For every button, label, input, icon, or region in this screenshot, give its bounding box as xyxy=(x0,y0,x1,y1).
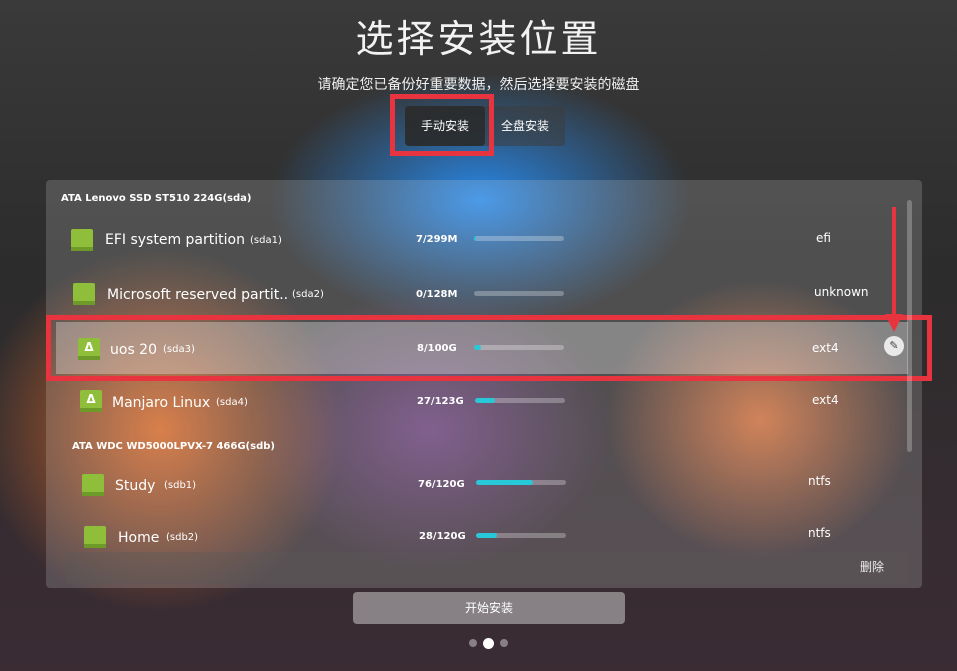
list-scrollbar[interactable] xyxy=(907,200,912,452)
usage-bar xyxy=(475,398,565,403)
partition-icon xyxy=(82,474,104,496)
annotation-highlight-tab xyxy=(390,94,494,156)
partition-filesystem: ntfs xyxy=(808,474,831,488)
partition-icon xyxy=(84,526,106,548)
usage-bar-fill xyxy=(475,398,495,403)
partition-name: Study xyxy=(115,478,156,494)
partition-device: (sda1) xyxy=(250,235,282,246)
page-title: 选择安装位置 xyxy=(355,17,602,61)
partition-row-sda2[interactable]: Microsoft reserved partit.. (sda2) 0/128… xyxy=(56,268,908,320)
delete-button[interactable]: 删除 xyxy=(860,558,884,575)
partition-size: 27/123G xyxy=(417,396,464,407)
annotation-arrow-head-icon xyxy=(885,314,903,332)
deepin-logo-icon: ᐃ xyxy=(86,392,96,406)
annotation-arrow-line xyxy=(892,207,896,317)
partition-filesystem: ntfs xyxy=(808,526,831,540)
partition-filesystem: unknown xyxy=(814,285,869,299)
partition-toolbar xyxy=(66,552,908,584)
partition-icon xyxy=(71,229,93,251)
usage-bar xyxy=(474,291,564,296)
partition-name: Manjaro Linux xyxy=(112,395,211,411)
partition-device: (sdb1) xyxy=(164,480,197,491)
usage-bar-fill xyxy=(476,533,497,538)
partition-device: (sdb2) xyxy=(166,532,199,543)
partition-row-sdb1[interactable]: Study (sdb1) 76/120G ntfs xyxy=(56,459,908,511)
page-subtitle: 请确定您已备份好重要数据，然后选择要安装的磁盘 xyxy=(317,77,640,93)
tab-full-disk-install[interactable]: 全盘安装 xyxy=(485,106,565,146)
page-dot-active xyxy=(483,638,494,649)
partition-name: Microsoft reserved partit.. xyxy=(107,287,289,303)
usage-bar xyxy=(476,533,566,538)
usage-bar xyxy=(476,480,566,485)
usage-bar xyxy=(474,236,564,241)
partition-size: 28/120G xyxy=(419,531,466,542)
disk-header-sdb: ATA WDC WD5000LPVX-7 466G(sdb) xyxy=(72,441,275,452)
page-dot xyxy=(469,639,477,647)
partition-size: 7/299M xyxy=(416,234,458,245)
usage-bar-fill xyxy=(474,236,476,241)
page-dot xyxy=(500,639,508,647)
partition-icon: ᐃ xyxy=(80,390,102,412)
partition-filesystem: ext4 xyxy=(812,393,839,407)
partition-name: Home xyxy=(118,530,160,546)
partition-size: 0/128M xyxy=(416,289,458,300)
partition-filesystem: efi xyxy=(816,231,831,245)
partition-device: (sda4) xyxy=(216,397,248,408)
usage-bar-fill xyxy=(476,480,533,485)
partition-icon xyxy=(73,283,95,305)
start-install-button[interactable]: 开始安装 xyxy=(353,592,625,624)
annotation-highlight-row xyxy=(46,315,932,381)
partition-row-sda4[interactable]: ᐃ Manjaro Linux (sda4) 27/123G ext4 xyxy=(56,376,908,428)
partition-size: 76/120G xyxy=(418,479,465,490)
disk-header-sda: ATA Lenovo SSD ST510 224G(sda) xyxy=(61,193,252,204)
partition-name: EFI system partition xyxy=(105,232,245,248)
partition-row-sda1[interactable]: EFI system partition (sda1) 7/299M efi xyxy=(56,214,908,266)
partition-device: (sda2) xyxy=(292,289,324,300)
page-indicator xyxy=(469,638,508,649)
